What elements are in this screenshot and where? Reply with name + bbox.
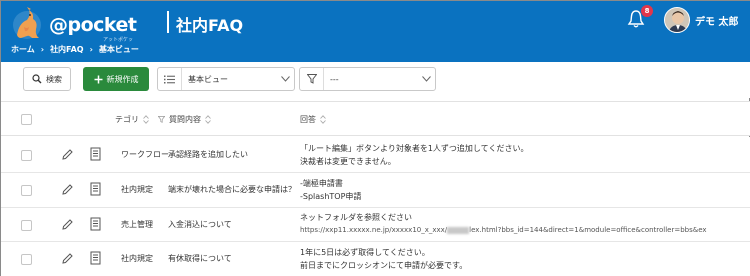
breadcrumb: ホーム › 社内FAQ › 基本ビュー: [11, 44, 139, 55]
user-name[interactable]: デモ 太郎: [695, 13, 738, 28]
table-header: テゴリ 質問内容 回答: [1, 101, 750, 136]
redacted-text: [447, 226, 470, 234]
breadcrumb-home[interactable]: ホーム: [11, 44, 35, 55]
cell-category: ワークフロー: [121, 150, 169, 159]
column-header-category[interactable]: テゴリ: [115, 114, 149, 125]
row-checkbox[interactable]: [21, 185, 32, 196]
cell-category: 社内規定: [121, 254, 153, 263]
kangaroo-icon: [13, 7, 41, 39]
chevron-down-icon: [276, 76, 294, 82]
document-icon[interactable]: [90, 251, 101, 265]
document-icon[interactable]: [90, 182, 101, 196]
row-checkbox[interactable]: [21, 254, 32, 265]
table-row[interactable]: 社内規定 有休取得について 1年に5日は必ず取得してください。 前日までにクロッ…: [1, 242, 750, 276]
cell-answer: 1年に5日は必ず取得してください。 前日までにクロッシオンにて申請が必要です。: [300, 248, 468, 270]
title-divider: [167, 11, 169, 33]
filter-select-value: ---: [330, 74, 339, 84]
filter-icon: [158, 116, 165, 123]
list-icon: [158, 68, 182, 90]
cell-question: 入金消込について: [168, 220, 232, 229]
cell-category: 社内規定: [121, 185, 153, 194]
notification-badge: 8: [641, 5, 653, 17]
document-icon[interactable]: [90, 147, 101, 161]
answer-link-end[interactable]: lex.html?bbs_id=144&direct=1&module=offi…: [469, 226, 706, 234]
sort-icon: [143, 115, 149, 124]
app-header: @pocket アットポケット 社内FAQ 8 デモ 太郎 ホーム › 社内FA…: [1, 1, 750, 62]
breadcrumb-separator: ›: [40, 45, 45, 54]
view-select-value: 基本ビュー: [188, 74, 228, 84]
breadcrumb-current: 基本ビュー: [98, 45, 139, 54]
sort-icon: [320, 115, 326, 124]
cell-question: 端末が壊れた場合に必要な申請は？: [168, 185, 296, 194]
cell-answer: ネットフォルダを参照ください https://xxp11.xxxxx.ne.jp…: [300, 213, 707, 234]
column-header-answer[interactable]: 回答: [300, 114, 326, 125]
cell-question: 承認経路を追加したい: [168, 150, 248, 159]
new-button[interactable]: 新規作成: [83, 67, 149, 91]
row-checkbox[interactable]: [21, 150, 32, 161]
document-icon[interactable]: [90, 217, 101, 231]
filter-icon: [300, 68, 324, 90]
edit-pencil-icon[interactable]: [61, 148, 73, 161]
edit-pencil-icon[interactable]: [61, 218, 73, 231]
breadcrumb-faq[interactable]: 社内FAQ: [50, 44, 84, 55]
edit-pencil-icon[interactable]: [61, 252, 73, 265]
user-avatar[interactable]: [664, 7, 690, 33]
table-row[interactable]: 売上管理 入金消込について ネットフォルダを参照ください https://xxp…: [1, 208, 750, 242]
search-icon: [32, 74, 42, 84]
cell-category: 売上管理: [121, 220, 153, 229]
breadcrumb-separator: ›: [89, 45, 93, 54]
edit-pencil-icon[interactable]: [61, 183, 73, 196]
table-row[interactable]: 社内規定 端末が壊れた場合に必要な申請は？ -端極申請書 -SplashTOP申…: [1, 173, 750, 208]
plus-icon: [94, 75, 102, 83]
answer-link-start[interactable]: https://xxp11.xxxxx.ne.jp/xxxxx10_x_xxx/: [300, 226, 447, 234]
select-all-checkbox[interactable]: [21, 114, 32, 125]
row-checkbox[interactable]: [21, 220, 32, 231]
table-row[interactable]: ワークフロー 承認経路を追加したい 「ルート編集」ボタンより対象者を1人ずつ追加…: [1, 137, 750, 173]
sort-icon: [205, 115, 211, 124]
cell-question: 有休取得について: [168, 254, 232, 263]
cell-answer: 「ルート編集」ボタンより対象者を1人ずつ追加してください。 決裁者は変更できませ…: [300, 144, 529, 166]
search-button-label: 検索: [46, 74, 62, 84]
view-select[interactable]: 基本ビュー: [157, 67, 295, 91]
search-button[interactable]: 検索: [23, 67, 71, 91]
filter-select[interactable]: ---: [299, 67, 436, 91]
column-header-question[interactable]: 質問内容: [158, 114, 211, 125]
logo-text: @pocket: [49, 14, 137, 36]
page-title: 社内FAQ: [176, 16, 244, 35]
cell-answer: -端極申請書 -SplashTOP申請: [300, 179, 362, 201]
new-button-label: 新規作成: [106, 74, 139, 84]
toolbar: 検索 新規作成 基本ビュー ---: [1, 62, 750, 98]
app-logo[interactable]: @pocket アットポケット: [7, 5, 137, 50]
chevron-down-icon: [417, 76, 435, 82]
